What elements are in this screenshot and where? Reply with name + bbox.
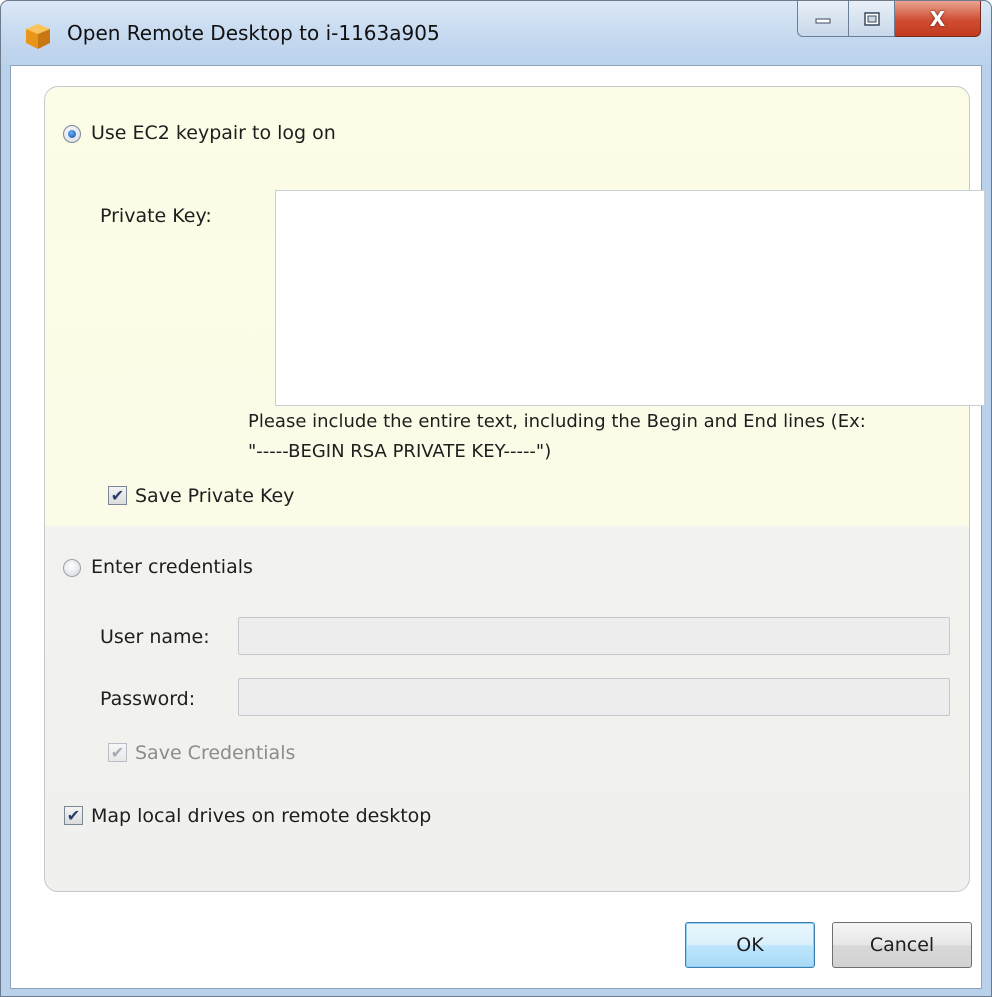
save-private-key-checkbox[interactable]: ✔ [108,486,127,505]
dialog-body: Use EC2 keypair to log on Private Key: P… [10,65,985,989]
keypair-radio-label[interactable]: Use EC2 keypair to log on [91,122,336,144]
save-credentials-checkbox[interactable]: ✔ [108,743,127,762]
password-label: Password: [100,688,196,710]
maximize-icon [863,11,880,26]
window-controls: X [797,1,981,41]
close-button[interactable]: X [895,1,981,37]
private-key-label: Private Key: [100,205,212,227]
remote-desktop-dialog: Open Remote Desktop to i-1163a905 X Use … [0,0,992,997]
title-bar[interactable]: Open Remote Desktop to i-1163a905 X [1,1,991,65]
private-key-hint-line1: Please include the entire text, includin… [248,411,866,432]
map-drives-checkbox[interactable]: ✔ [64,806,83,825]
username-input[interactable] [238,617,950,655]
maximize-button[interactable] [849,1,895,37]
password-input[interactable] [238,678,950,716]
check-icon: ✔ [66,805,81,825]
aws-orange-cube-icon [26,24,50,49]
cancel-button[interactable]: Cancel [832,922,972,968]
check-icon: ✔ [110,485,125,505]
save-credentials-label[interactable]: Save Credentials [135,742,295,764]
window-title: Open Remote Desktop to i-1163a905 [67,21,440,45]
private-key-hint-line2: "-----BEGIN RSA PRIVATE KEY-----") [248,441,552,462]
credentials-radio-label[interactable]: Enter credentials [91,556,253,578]
save-private-key-label[interactable]: Save Private Key [135,485,294,507]
close-icon: X [929,6,946,31]
check-icon: ✔ [110,742,125,762]
keypair-radio[interactable] [63,125,81,143]
map-drives-label[interactable]: Map local drives on remote desktop [91,805,431,827]
credentials-radio[interactable] [63,559,81,577]
ok-button[interactable]: OK [685,922,815,968]
logon-options-panel: Use EC2 keypair to log on Private Key: P… [44,86,985,892]
username-label: User name: [100,626,210,648]
minimize-icon [815,18,831,23]
private-key-textarea[interactable] [275,190,985,406]
minimize-button[interactable] [797,1,849,37]
